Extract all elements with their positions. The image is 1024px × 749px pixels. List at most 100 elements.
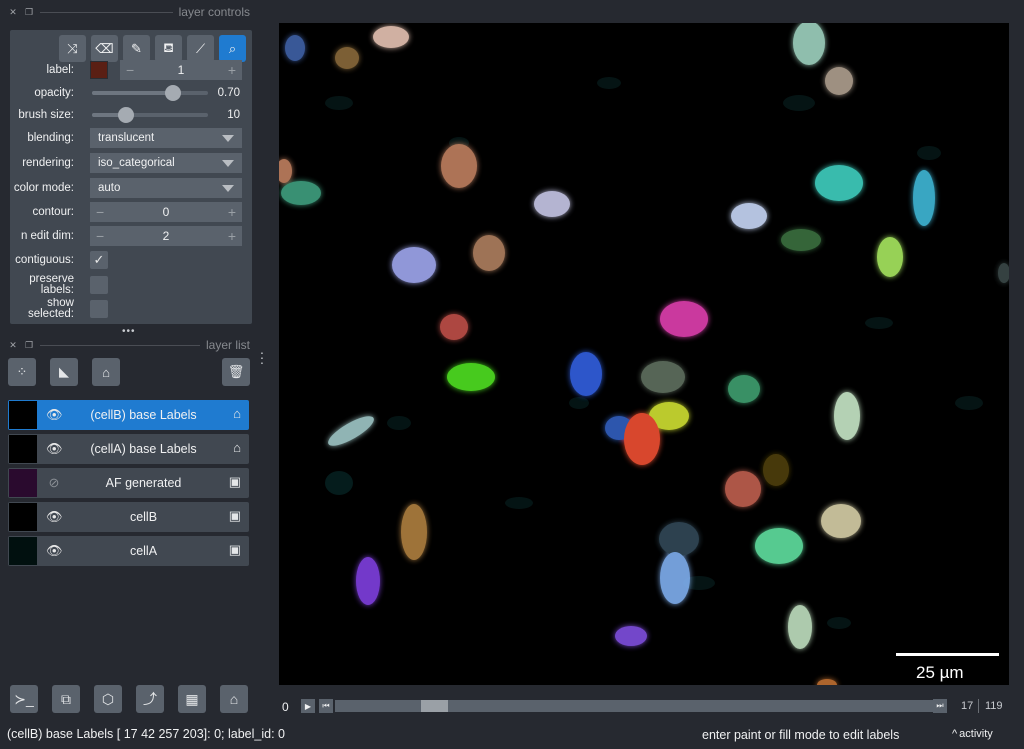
fill-bucket-icon[interactable]: ⛾: [155, 35, 182, 62]
eraser-icon[interactable]: ⌫: [91, 35, 118, 62]
chevron-up-icon: ^: [952, 728, 958, 740]
n-edit-dim-spinbox[interactable]: − 2 +: [90, 226, 242, 246]
float-dock-icon[interactable]: ❐: [24, 7, 34, 18]
color-mode-row: color mode: auto: [10, 178, 252, 198]
total-frames: 119: [985, 700, 1003, 712]
preserve-labels-checkbox[interactable]: [90, 276, 108, 294]
show-selected-label: show selected:: [27, 298, 74, 320]
step-forward-button[interactable]: ⏭: [933, 699, 947, 713]
show-selected-checkbox[interactable]: [90, 300, 108, 318]
contour-label: contour:: [32, 205, 74, 218]
layer-thumbnail: [9, 469, 37, 497]
color-mode-select[interactable]: auto: [90, 178, 242, 198]
label-color-swatch[interactable]: [90, 61, 108, 79]
transpose-button[interactable]: ⤴: [136, 685, 164, 713]
layer-row-cella-labels[interactable]: 👁 (cellA) base Labels ⌂: [8, 434, 249, 464]
zoom-icon[interactable]: ⌕: [219, 35, 246, 62]
checkmark-icon: ✓: [93, 252, 105, 267]
preserve-labels-row: preserve labels:: [10, 273, 252, 297]
brush-size-value: 10: [227, 109, 240, 121]
brush-size-slider-handle[interactable]: [117, 107, 134, 123]
blending-select[interactable]: translucent: [90, 128, 242, 148]
rendering-row: rendering: iso_categorical: [10, 153, 252, 173]
layer-name: cellA: [129, 544, 158, 558]
contour-value: 0: [162, 205, 170, 219]
console-icon: ≻_: [14, 690, 34, 707]
blending-label: blending:: [27, 131, 74, 144]
layer-row-cella[interactable]: 👁 cellA ▣: [8, 536, 249, 566]
step-back-icon: ⏮: [322, 701, 330, 710]
color-mode-value: auto: [98, 182, 121, 194]
opacity-slider-handle[interactable]: [165, 85, 182, 101]
eye-icon[interactable]: 👁: [46, 543, 63, 559]
transpose-icon: ⤴: [143, 691, 157, 707]
contour-spinbox[interactable]: − 0 +: [90, 202, 242, 222]
layer-row-cellb-labels[interactable]: 👁 (cellB) base Labels ⌂: [8, 400, 249, 430]
dims-slider-handle[interactable]: [420, 700, 448, 712]
eye-icon[interactable]: 👁: [46, 509, 63, 525]
grid-icon: ▦: [185, 690, 199, 707]
brush-size-label: brush size:: [18, 108, 74, 121]
eye-icon[interactable]: 👁: [46, 407, 63, 423]
scale-bar: [896, 653, 999, 656]
contiguous-row: contiguous: ✓: [10, 250, 252, 270]
ndisplay-button[interactable]: ⧉: [52, 685, 80, 713]
layer-row-cellb[interactable]: 👁 cellB ▣: [8, 502, 249, 532]
new-labels-layer-button[interactable]: ⌂: [92, 358, 120, 386]
shapes-icon: ◣: [59, 364, 69, 379]
color-picker-icon[interactable]: ⟋: [187, 35, 214, 62]
dims-slider-row: 0 ▶ ⏮ ⏭ 17 119: [279, 697, 1009, 717]
splitter-handle[interactable]: •••: [122, 326, 136, 337]
cell-image: [279, 23, 1009, 685]
increment-icon[interactable]: +: [228, 62, 236, 78]
square-cube-icon: ⧉: [61, 690, 71, 707]
opacity-slider[interactable]: [92, 85, 208, 101]
step-back-button[interactable]: ⏮: [319, 699, 333, 713]
label-label: label:: [46, 63, 75, 76]
activity-button[interactable]: ^ activity: [952, 728, 993, 740]
close-dock-icon[interactable]: ✕: [8, 340, 18, 351]
image-canvas[interactable]: 25 µm: [279, 23, 1009, 685]
eye-icon[interactable]: 👁: [46, 441, 63, 457]
image-icon: ▣: [228, 474, 241, 489]
play-button[interactable]: ▶: [301, 699, 315, 713]
more-options-icon[interactable]: · · ·: [259, 345, 265, 369]
new-points-layer-button[interactable]: ⁘: [8, 358, 36, 386]
roll-dims-button[interactable]: ⬡: [94, 685, 122, 713]
opacity-value: 0.70: [217, 87, 240, 99]
decrement-icon[interactable]: −: [126, 62, 134, 78]
home-button[interactable]: ⌂: [220, 685, 248, 713]
current-frame[interactable]: 17: [961, 700, 973, 712]
delete-layer-button[interactable]: 🗑: [222, 358, 250, 386]
label-spinbox[interactable]: − 1 +: [120, 60, 242, 80]
brush-size-slider[interactable]: [92, 107, 208, 123]
preserve-labels-label: preserve labels:: [29, 274, 74, 296]
float-dock-icon[interactable]: ❐: [24, 340, 34, 351]
layer-row-af-generated[interactable]: ⊘ AF generated ▣: [8, 468, 249, 498]
blending-row: blending: translucent: [10, 128, 252, 148]
shuffle-icon[interactable]: ⤨: [59, 35, 86, 62]
increment-icon[interactable]: +: [228, 228, 236, 244]
show-selected-row: show selected:: [10, 297, 252, 321]
paintbrush-icon[interactable]: ✎: [123, 35, 150, 62]
new-shapes-layer-button[interactable]: ◣: [50, 358, 78, 386]
layer-list-titlebar: ✕ ❐ layer list: [8, 338, 250, 352]
label-row: label: − 1 +: [10, 60, 252, 80]
activity-label: activity: [959, 728, 993, 740]
labels-tag-icon: ⌂: [233, 440, 241, 455]
eye-closed-icon[interactable]: ⊘: [46, 475, 62, 491]
close-dock-icon[interactable]: ✕: [8, 7, 18, 18]
decrement-icon[interactable]: −: [96, 204, 104, 220]
tag-icon: ⌂: [102, 364, 110, 380]
layer-name: AF generated: [105, 476, 182, 490]
console-button[interactable]: ≻_: [10, 685, 38, 713]
grid-view-button[interactable]: ▦: [178, 685, 206, 713]
contiguous-checkbox[interactable]: ✓: [90, 251, 108, 269]
decrement-icon[interactable]: −: [96, 228, 104, 244]
play-icon: ▶: [304, 701, 312, 711]
increment-icon[interactable]: +: [228, 204, 236, 220]
points-icon: ⁘: [16, 364, 28, 379]
layer-controls-panel: ⤨ ⌫ ✎ ⛾ ⟋ ⌕ label: − 1 + opacity: 0.70 b…: [10, 30, 252, 324]
rendering-select[interactable]: iso_categorical: [90, 153, 242, 173]
chevron-down-icon: [222, 184, 234, 192]
